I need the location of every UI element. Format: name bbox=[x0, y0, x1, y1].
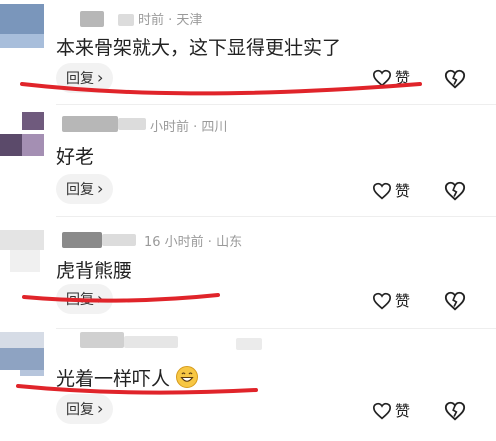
username-redacted bbox=[236, 338, 262, 350]
reply-label: 回复 bbox=[66, 292, 94, 308]
like-label: 赞 bbox=[395, 292, 411, 310]
chevron-right-icon: › bbox=[97, 179, 104, 198]
broken-heart-icon[interactable] bbox=[444, 68, 466, 90]
heart-icon bbox=[372, 402, 392, 419]
avatar[interactable] bbox=[0, 112, 44, 156]
divider bbox=[56, 216, 496, 217]
avatar[interactable] bbox=[0, 332, 44, 376]
grin-emoji-icon bbox=[176, 366, 199, 388]
username-redacted bbox=[80, 11, 104, 27]
avatar[interactable] bbox=[0, 230, 44, 274]
like-button[interactable]: 赞 bbox=[372, 180, 410, 201]
heart-icon bbox=[372, 69, 392, 86]
reply-label: 回复 bbox=[66, 402, 94, 418]
avatar[interactable] bbox=[0, 4, 44, 48]
username-redacted bbox=[62, 232, 102, 248]
comment-item: 16 小时前 · 山东 虎背熊腰 回复 › 赞 bbox=[0, 222, 496, 332]
comment-text: 本来骨架就大，这下显得更壮实了 bbox=[56, 37, 342, 59]
username-redacted bbox=[118, 118, 146, 130]
chevron-right-icon: › bbox=[97, 289, 104, 308]
like-label: 赞 bbox=[395, 402, 411, 420]
broken-heart-icon[interactable] bbox=[444, 180, 466, 202]
broken-heart-icon[interactable] bbox=[444, 290, 466, 312]
comment-item: 小时前 · 四川 好老 回复 › 赞 bbox=[0, 106, 496, 217]
chevron-right-icon: › bbox=[97, 68, 104, 87]
comment-text-content: 光着一样吓人 bbox=[56, 368, 171, 390]
reply-button[interactable]: 回复 › bbox=[56, 174, 114, 204]
reply-button[interactable]: 回复 › bbox=[56, 63, 114, 93]
like-button[interactable]: 赞 bbox=[372, 67, 410, 88]
heart-icon bbox=[372, 182, 392, 199]
username-redacted bbox=[80, 332, 124, 348]
comment-meta: 小时前 · 四川 bbox=[150, 120, 228, 135]
reply-label: 回复 bbox=[66, 182, 94, 198]
reply-label: 回复 bbox=[66, 71, 94, 87]
like-button[interactable]: 赞 bbox=[372, 290, 410, 311]
like-label: 赞 bbox=[395, 69, 411, 87]
divider bbox=[56, 328, 496, 329]
comment-item: 时前 · 天津 本来骨架就大，这下显得更壮实了 回复 › 赞 bbox=[0, 0, 496, 110]
comment-meta: 时前 · 天津 bbox=[138, 13, 203, 28]
comment-meta: 16 小时前 · 山东 bbox=[144, 235, 243, 250]
comment-text: 光着一样吓人 bbox=[56, 364, 199, 391]
username-redacted bbox=[102, 234, 136, 246]
comment-item: 光着一样吓人 回复 › 赞 bbox=[0, 330, 496, 440]
comment-text: 虎背熊腰 bbox=[56, 260, 133, 282]
heart-icon bbox=[372, 292, 392, 309]
chevron-right-icon: › bbox=[97, 399, 104, 418]
like-label: 赞 bbox=[395, 182, 411, 200]
reply-button[interactable]: 回复 › bbox=[56, 284, 114, 314]
username-redacted bbox=[118, 14, 134, 26]
reply-button[interactable]: 回复 › bbox=[56, 394, 114, 424]
broken-heart-icon[interactable] bbox=[444, 400, 466, 422]
divider bbox=[56, 104, 496, 105]
username-redacted bbox=[62, 116, 118, 132]
comment-text: 好老 bbox=[56, 146, 95, 168]
like-button[interactable]: 赞 bbox=[372, 400, 410, 421]
username-redacted bbox=[124, 336, 178, 348]
